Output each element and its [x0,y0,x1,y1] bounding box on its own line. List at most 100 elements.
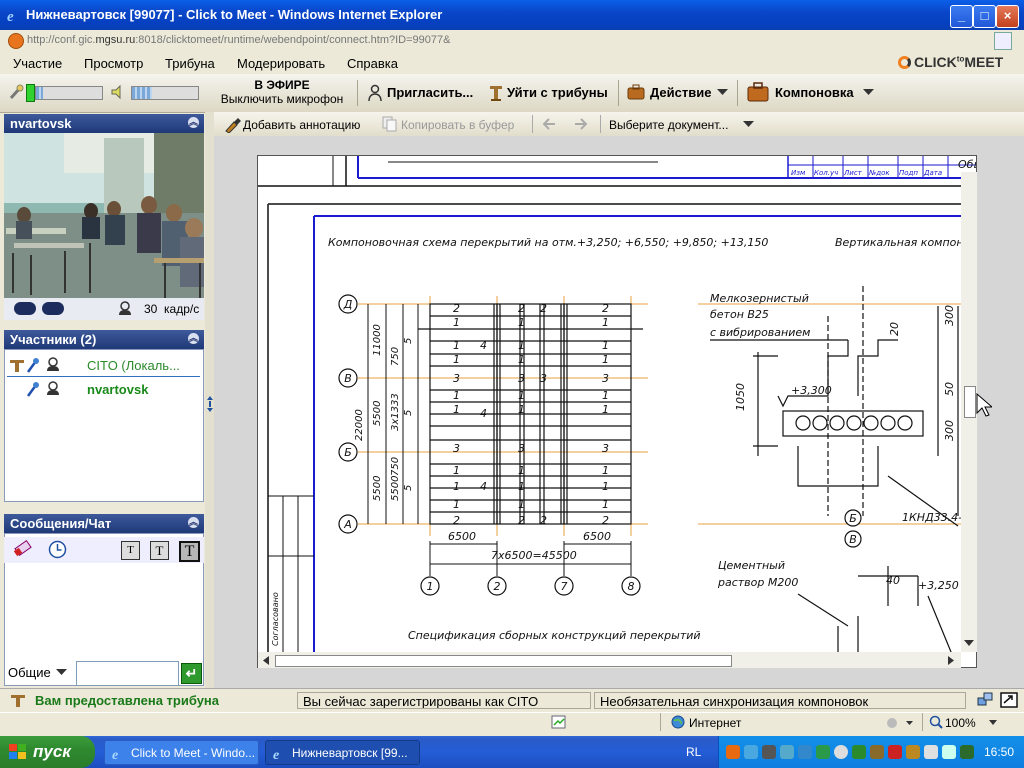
mouse-cursor-icon [976,393,992,417]
chat-title: Сообщения/Чат [10,516,112,531]
video-feed [4,133,204,298]
language-indicator[interactable]: RL [686,745,701,759]
windows-logo-icon [9,744,26,759]
video-panel-header[interactable]: nvartovsk ︽ [4,114,204,133]
on-air-button[interactable]: В ЭФИРЕ Выключить микрофон [216,78,348,106]
maximize-button[interactable]: □ [973,5,996,28]
mic-level-meter[interactable] [35,86,103,100]
fullscreen-icon[interactable] [1000,692,1018,708]
select-document-dropdown[interactable]: Выберите документ... [609,118,728,132]
tray-alert-icon[interactable] [906,745,920,759]
font-medium-button[interactable]: T [150,541,169,560]
chevron-down-icon[interactable] [989,720,997,725]
network-icon[interactable] [977,692,993,708]
svg-text:4: 4 [480,407,487,420]
tray-display-icon[interactable] [798,745,812,759]
tray-shield-icon[interactable] [726,745,740,759]
chevron-down-icon[interactable] [743,121,754,128]
forward-arrow-icon[interactable] [574,118,588,130]
font-large-button[interactable]: T [179,541,200,562]
tray-green-icon[interactable] [852,745,866,759]
document-page[interactable]: Изм Кол.уч Лист №док Подп Дата Общи Согл… [257,155,977,668]
participant-row[interactable]: CITO (Локаль... [7,354,200,377]
task-nizhnevartovsk[interactable]: e Нижневартовск [99... [265,740,420,765]
tray-update-icon[interactable] [816,745,830,759]
send-message-button[interactable]: ↵ [181,663,202,684]
tray-monitor-icon[interactable] [924,745,938,759]
tray-network-icon[interactable] [780,745,794,759]
minimize-button[interactable]: _ [950,5,973,28]
engineering-drawing: Изм Кол.уч Лист №док Подп Дата Общи Согл… [258,156,976,667]
svg-text:4: 4 [480,480,487,493]
chevron-down-icon[interactable] [56,669,67,676]
chat-message-input[interactable] [76,661,179,686]
participants-header[interactable]: Участники (2) ︽ [4,330,204,349]
axis-1: 1 [427,580,434,593]
collapse-icon[interactable]: ︽ [188,517,199,528]
eraser-icon[interactable] [12,540,32,558]
svg-text:3: 3 [540,372,547,385]
zoom-control[interactable]: 100% [922,713,1003,731]
chat-recipient-select[interactable]: Общие [8,665,51,680]
add-annotation-button[interactable]: Добавить аннотацию [243,118,360,132]
collapse-icon[interactable]: ︽ [188,333,199,344]
zoom-level: 100% [945,716,976,730]
collapse-icon[interactable]: ︽ [188,117,199,128]
horizontal-scrollbar[interactable] [258,652,961,668]
chevron-down-icon[interactable] [863,89,874,96]
splitter-arrows-icon[interactable] [206,394,214,414]
svg-text:3: 3 [453,372,460,385]
tray-window-icon[interactable] [942,745,956,759]
clock-icon[interactable] [48,540,67,559]
leave-tribune-button[interactable]: Уйти с трибуны [507,85,608,100]
tray-connection-icon[interactable] [870,745,884,759]
taskbar-clock: 16:50 [984,745,1015,759]
scroll-left-arrow-icon[interactable] [262,656,269,665]
layout-menu-button[interactable]: Компоновка [775,85,854,100]
invite-button[interactable]: Пригласить... [387,85,473,100]
back-arrow-icon[interactable] [542,118,556,130]
svg-text:2: 2 [453,302,460,315]
menu-moderate[interactable]: Модерировать [237,56,325,71]
panel-splitter[interactable] [205,112,214,688]
speaker-icon[interactable] [110,84,126,100]
window-title-bar[interactable]: e Нижневартовск [99077] - Click to Meet … [0,0,1024,30]
speaker-level-meter[interactable] [131,86,199,100]
close-button[interactable]: × [996,5,1019,28]
svg-text:1: 1 [518,339,525,352]
svg-text:5: 5 [403,485,414,491]
axis-d: Д [343,298,353,311]
copy-to-buffer-button[interactable]: Копировать в буфер [401,118,514,132]
vertical-scrollbar[interactable] [961,172,977,652]
menu-help[interactable]: Справка [347,56,398,71]
tray-antivirus-icon[interactable] [834,745,848,759]
page-options-icon[interactable] [994,32,1012,50]
start-button[interactable]: пуск [0,736,95,768]
scroll-right-arrow-icon[interactable] [948,656,955,665]
tray-user-icon[interactable] [744,745,758,759]
chevron-down-icon[interactable] [717,89,728,96]
dim-750-b: 750 [390,457,401,476]
menu-tribune[interactable]: Трибуна [165,56,215,71]
task-click-to-meet[interactable]: e Click to Meet - Windo... [104,740,259,765]
scroll-down-arrow-icon[interactable] [964,640,974,648]
menu-view[interactable]: Просмотр [84,56,143,71]
microphone-icon[interactable] [8,84,24,100]
font-small-button[interactable]: T [121,541,140,560]
menu-participation[interactable]: Участие [13,56,62,71]
action-menu-button[interactable]: Действие [650,85,711,100]
status-tribune: Вам предоставлена трибуна [35,693,220,708]
pause-button[interactable] [14,302,36,315]
tray-volume-icon[interactable] [888,745,902,759]
chat-header[interactable]: Сообщения/Чат ︽ [4,514,204,533]
dim-total: 7x6500=45500 [491,549,577,562]
horizontal-scroll-thumb[interactable] [275,655,732,667]
protected-mode-icon[interactable] [886,716,914,730]
stop-button[interactable] [42,302,64,315]
participant-row[interactable]: nvartovsk [7,378,200,400]
tray-app-icon[interactable] [960,745,974,759]
url-text[interactable]: http://conf.gic.mgsu.ru:8018/clicktomeet… [27,34,450,46]
vertical-scroll-thumb[interactable] [964,386,976,418]
address-bar[interactable]: http://conf.gic.mgsu.ru:8018/clicktomeet… [0,30,1024,53]
tray-webcam-icon[interactable] [762,745,776,759]
